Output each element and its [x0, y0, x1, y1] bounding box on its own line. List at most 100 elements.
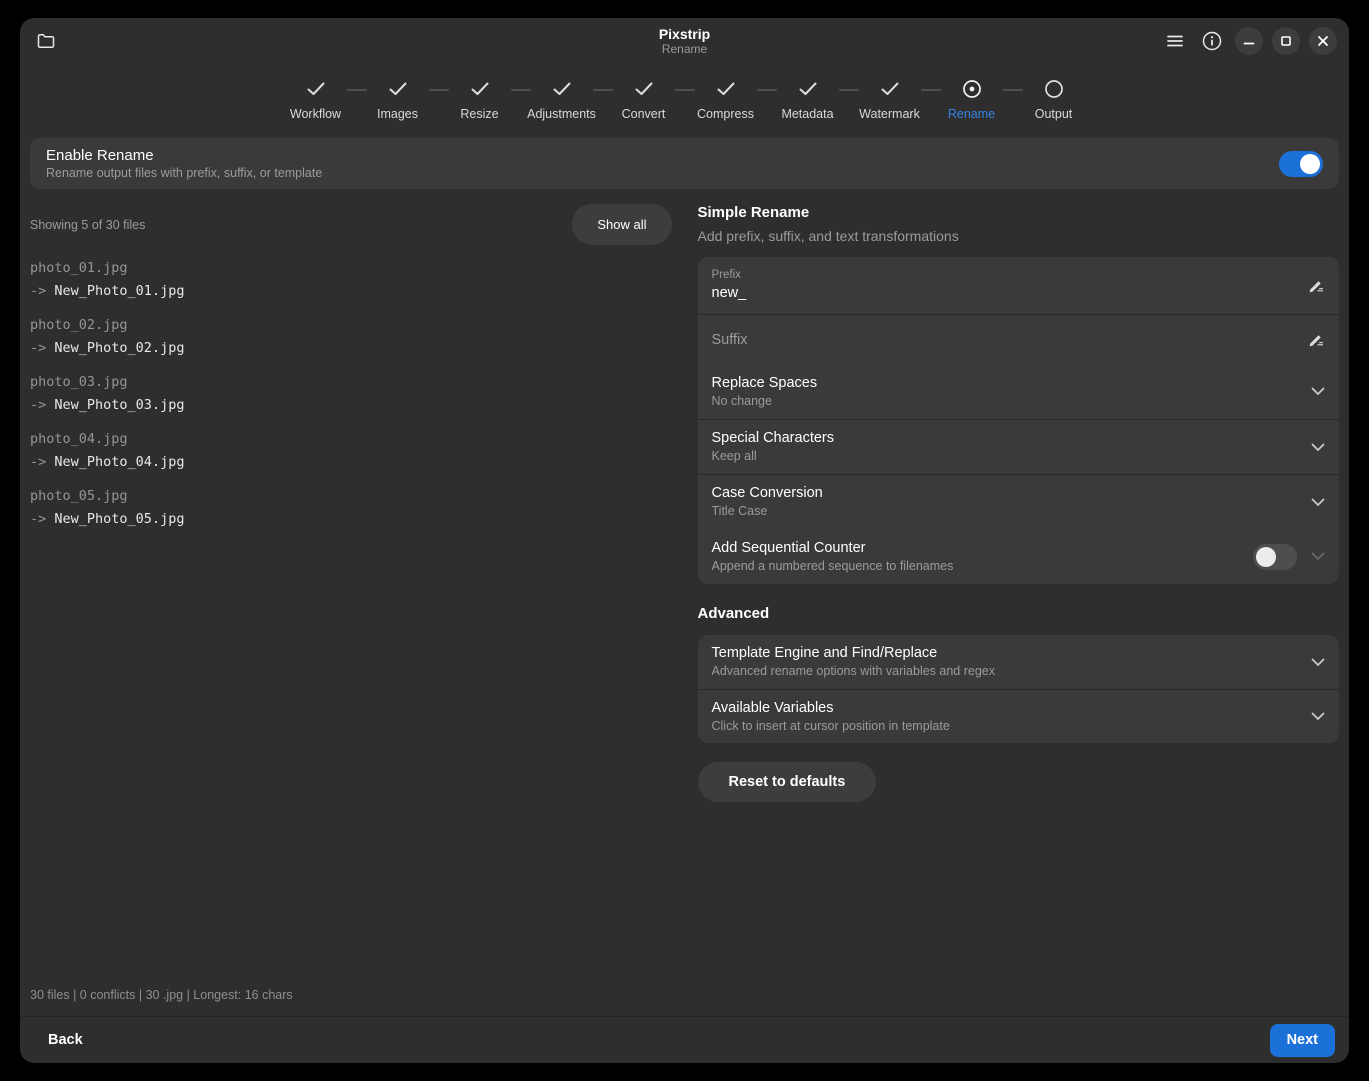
- suffix-row[interactable]: [698, 314, 1340, 364]
- prefix-input[interactable]: [712, 283, 1297, 303]
- step-convert[interactable]: Convert: [615, 77, 673, 121]
- counter-toggle[interactable]: [1253, 544, 1297, 570]
- original-filename: photo_04.jpg: [30, 430, 672, 448]
- edit-pencil-icon: [1308, 331, 1325, 348]
- wizard-steps: Workflow Images Resize Adjustments Convert Co…: [20, 64, 1349, 129]
- step-output[interactable]: Output: [1025, 77, 1083, 121]
- new-filename: New_Photo_03.jpg: [54, 397, 184, 413]
- step-metadata[interactable]: Metadata: [779, 77, 837, 121]
- rename-arrow: ->: [30, 454, 46, 470]
- new-filename: New_Photo_04.jpg: [54, 454, 184, 470]
- option-row-replace-spaces[interactable]: Replace SpacesNo change: [698, 364, 1340, 419]
- sequential-counter-row: Add Sequential Counter Append a numbered…: [698, 529, 1340, 584]
- row-subtitle: No change: [712, 393, 1312, 410]
- showing-files-label: Showing 5 of 30 files: [30, 218, 145, 232]
- step-upcoming-icon: [1044, 77, 1064, 101]
- step-done-icon: [635, 77, 653, 101]
- step-rename[interactable]: Rename: [943, 77, 1001, 121]
- option-row-case-conversion[interactable]: Case ConversionTitle Case: [698, 474, 1340, 529]
- step-workflow[interactable]: Workflow: [287, 77, 345, 121]
- advanced-title: Advanced: [698, 605, 1340, 622]
- original-filename: photo_05.jpg: [30, 487, 672, 505]
- prefix-row[interactable]: Prefix: [698, 257, 1340, 314]
- back-button[interactable]: Back: [34, 1024, 97, 1056]
- chevron-down-icon: [1311, 387, 1325, 396]
- step-separator: [675, 89, 695, 91]
- simple-rename-subtitle: Add prefix, suffix, and text transformat…: [698, 228, 1340, 244]
- counter-title: Add Sequential Counter: [712, 539, 1254, 558]
- maximize-button[interactable]: [1272, 27, 1300, 55]
- original-filename: photo_02.jpg: [30, 316, 672, 334]
- toggle-knob: [1300, 154, 1320, 174]
- row-subtitle: Title Case: [712, 503, 1312, 520]
- next-button[interactable]: Next: [1270, 1024, 1335, 1057]
- close-icon: [1317, 35, 1329, 47]
- step-label: Images: [377, 107, 418, 121]
- step-compress[interactable]: Compress: [697, 77, 755, 121]
- step-label: Metadata: [781, 107, 833, 121]
- enable-rename-toggle[interactable]: [1279, 151, 1323, 177]
- step-label: Adjustments: [527, 107, 596, 121]
- info-icon: [1202, 31, 1222, 51]
- step-adjustments[interactable]: Adjustments: [533, 77, 591, 121]
- row-title: Case Conversion: [712, 484, 1312, 503]
- about-button[interactable]: [1198, 27, 1226, 55]
- counter-subtitle: Append a numbered sequence to filenames: [712, 558, 1254, 575]
- step-done-icon: [717, 77, 735, 101]
- step-separator: [347, 89, 367, 91]
- advanced-row-available-variables[interactable]: Available VariablesClick to insert at cu…: [698, 689, 1340, 743]
- row-subtitle: Keep all: [712, 448, 1312, 465]
- show-all-button[interactable]: Show all: [572, 204, 671, 245]
- step-images[interactable]: Images: [369, 77, 427, 121]
- step-done-icon: [471, 77, 489, 101]
- close-button[interactable]: [1309, 27, 1337, 55]
- chevron-down-icon: [1311, 443, 1325, 452]
- chevron-down-icon: [1311, 498, 1325, 507]
- prefix-label: Prefix: [712, 268, 1297, 283]
- new-filename: New_Photo_01.jpg: [54, 283, 184, 299]
- step-label: Convert: [622, 107, 666, 121]
- step-separator: [921, 89, 941, 91]
- rename-arrow: ->: [30, 511, 46, 527]
- file-rename-item: photo_05.jpg -> New_Photo_05.jpg: [30, 487, 672, 528]
- reset-to-defaults-button[interactable]: Reset to defaults: [698, 762, 877, 802]
- rename-arrow: ->: [30, 340, 46, 356]
- rename-preview-panel: Showing 5 of 30 files Show all photo_01.…: [30, 204, 672, 988]
- page-title: Pixstrip: [659, 26, 710, 42]
- status-summary: 30 files | 0 conflicts | 30 .jpg | Longe…: [20, 988, 1349, 1016]
- file-rename-item: photo_04.jpg -> New_Photo_04.jpg: [30, 430, 672, 471]
- rename-options-panel: Simple Rename Add prefix, suffix, and te…: [698, 204, 1340, 988]
- advanced-row-template-engine-and-find-replace[interactable]: Template Engine and Find/ReplaceAdvanced…: [698, 635, 1340, 689]
- file-rename-item: photo_01.jpg-> New_Photo_01.jpg: [30, 259, 672, 300]
- new-filename: New_Photo_05.jpg: [54, 511, 184, 527]
- step-label: Workflow: [290, 107, 341, 121]
- step-separator: [511, 89, 531, 91]
- headerbar: Pixstrip Rename: [20, 18, 1349, 64]
- new-filename: New_Photo_02.jpg: [54, 340, 184, 356]
- minimize-button[interactable]: [1235, 27, 1263, 55]
- enable-rename-title: Enable Rename: [46, 146, 322, 165]
- open-folder-button[interactable]: [32, 27, 60, 55]
- chevron-down-icon[interactable]: [1311, 552, 1325, 561]
- chevron-down-icon: [1311, 658, 1325, 667]
- enable-rename-row: Enable Rename Rename output files with p…: [30, 138, 1339, 189]
- row-title: Available Variables: [712, 699, 1312, 718]
- step-label: Resize: [460, 107, 498, 121]
- suffix-input[interactable]: [712, 330, 1297, 350]
- step-label: Rename: [948, 107, 995, 121]
- simple-rename-title: Simple Rename: [698, 204, 1340, 221]
- step-separator: [1003, 89, 1023, 91]
- row-subtitle: Click to insert at cursor position in te…: [712, 718, 1312, 735]
- step-label: Watermark: [859, 107, 920, 121]
- app-window: Pixstrip Rename: [20, 18, 1349, 1063]
- step-watermark[interactable]: Watermark: [861, 77, 919, 121]
- folder-icon: [37, 33, 55, 49]
- main-menu-button[interactable]: [1161, 27, 1189, 55]
- file-rename-item: photo_02.jpg -> New_Photo_02.jpg: [30, 316, 672, 357]
- step-resize[interactable]: Resize: [451, 77, 509, 121]
- original-filename: photo_03.jpg: [30, 373, 672, 391]
- option-row-special-characters[interactable]: Special CharactersKeep all: [698, 419, 1340, 474]
- step-separator: [757, 89, 777, 91]
- file-rename-list: photo_01.jpg-> New_Photo_01.jpg photo_02.…: [30, 259, 672, 544]
- rename-arrow: ->: [30, 283, 46, 299]
